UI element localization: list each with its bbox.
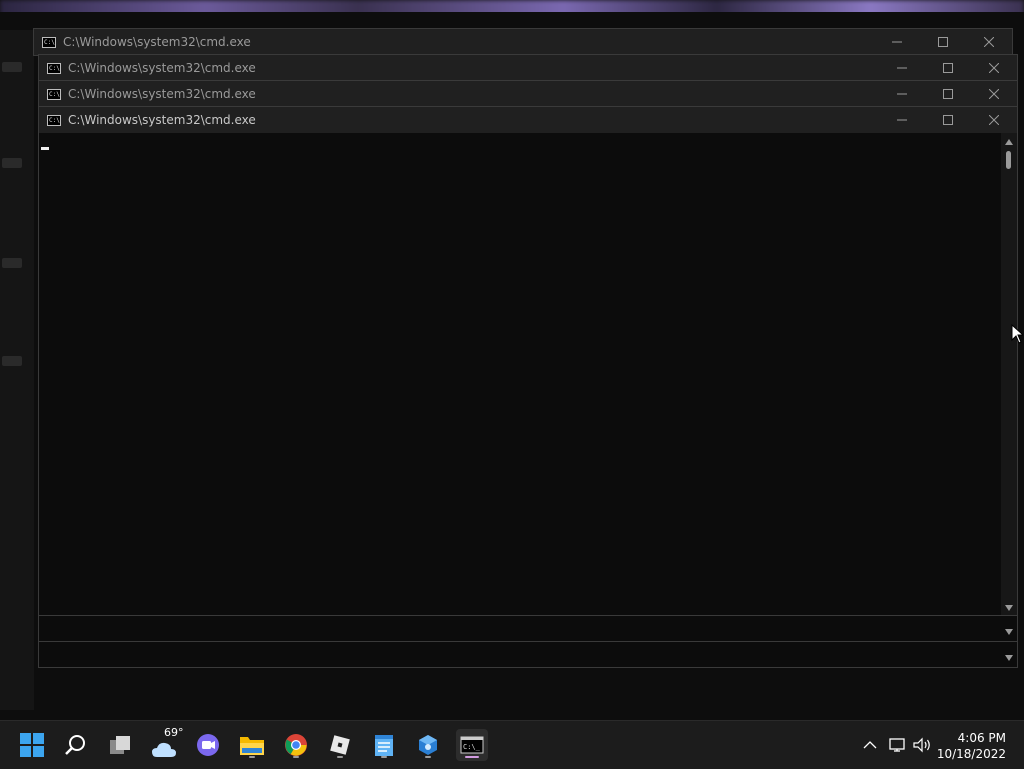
window-title: C:\Windows\system32\cmd.exe xyxy=(68,61,256,75)
chrome-icon xyxy=(285,734,307,756)
minimize-icon xyxy=(897,67,907,69)
scroll-up-arrow-icon[interactable] xyxy=(1005,139,1013,145)
close-icon xyxy=(989,89,999,99)
background-text-fragment xyxy=(2,356,22,366)
window-titlebar[interactable]: C:\ C:\Windows\system32\cmd.exe xyxy=(39,55,1017,81)
svg-text:C:\_: C:\_ xyxy=(463,743,481,751)
file-explorer-button[interactable] xyxy=(236,729,268,761)
minimize-button[interactable] xyxy=(879,81,925,107)
network-icon xyxy=(889,738,905,752)
notepad-button[interactable] xyxy=(368,729,400,761)
maximize-button[interactable] xyxy=(920,29,966,55)
running-indicator xyxy=(381,756,387,758)
minimize-button[interactable] xyxy=(879,107,925,133)
scrollbar-thumb[interactable] xyxy=(1006,151,1011,169)
close-icon xyxy=(989,63,999,73)
close-icon xyxy=(989,115,999,125)
weather-widget-button[interactable]: 69° xyxy=(148,726,184,761)
maximize-icon xyxy=(943,115,953,125)
window-title: C:\Windows\system32\cmd.exe xyxy=(63,35,251,49)
cmd-icon: C:\ xyxy=(47,62,61,74)
chevron-up-icon xyxy=(863,741,877,749)
minimize-icon xyxy=(897,93,907,95)
network-button[interactable] xyxy=(888,735,908,755)
behind-window-bottom-strip xyxy=(39,641,1017,667)
running-indicator xyxy=(425,756,431,758)
blue-app-button[interactable] xyxy=(412,729,444,761)
clock[interactable]: 4:06 PM 10/18/2022 xyxy=(937,730,1006,762)
roblox-icon xyxy=(330,735,350,755)
clock-time: 4:06 PM xyxy=(957,731,1006,745)
weather-temperature: 69° xyxy=(164,726,184,739)
background-text-fragment xyxy=(2,62,22,72)
task-view-icon xyxy=(110,736,130,754)
chat-button[interactable] xyxy=(192,729,224,761)
blue-app-icon xyxy=(419,735,437,755)
window-title: C:\Windows\system32\cmd.exe xyxy=(68,87,256,101)
close-icon xyxy=(984,37,994,47)
close-button[interactable] xyxy=(971,107,1017,133)
behind-window-bottom-strip xyxy=(39,615,1017,641)
background-text-fragment xyxy=(2,158,22,168)
running-indicator xyxy=(249,756,255,758)
cmd-icon: C:\ xyxy=(47,114,61,126)
speaker-icon xyxy=(913,737,930,753)
windows-logo-icon xyxy=(20,733,44,757)
maximize-button[interactable] xyxy=(925,55,971,81)
scroll-down-arrow-icon[interactable] xyxy=(1005,629,1013,635)
volume-button[interactable] xyxy=(912,735,932,755)
scroll-down-arrow-icon[interactable] xyxy=(1005,605,1013,611)
maximize-icon xyxy=(943,89,953,99)
minimize-button[interactable] xyxy=(874,29,920,55)
maximize-icon xyxy=(943,63,953,73)
close-button[interactable] xyxy=(966,29,1012,55)
command-prompt-button[interactable]: C:\_ xyxy=(456,729,488,761)
running-indicator xyxy=(337,756,343,758)
console-output[interactable] xyxy=(39,133,1001,615)
window-title: C:\Windows\system32\cmd.exe xyxy=(68,113,256,127)
folder-icon xyxy=(240,737,264,755)
cmd-window-1[interactable]: C:\ C:\Windows\system32\cmd.exe xyxy=(33,28,1013,56)
cmd-window-2[interactable]: C:\ C:\Windows\system32\cmd.exe xyxy=(38,54,1018,82)
maximize-button[interactable] xyxy=(925,81,971,107)
cmd-window-active[interactable]: C:\ C:\Windows\system32\cmd.exe xyxy=(38,106,1018,668)
search-button[interactable] xyxy=(60,729,92,761)
scroll-down-arrow-icon[interactable] xyxy=(1005,655,1013,661)
maximize-button[interactable] xyxy=(925,107,971,133)
taskbar: 69° C:\_ 4:06 PM 10/18/2022 xyxy=(0,720,1024,769)
active-indicator xyxy=(465,756,479,758)
mouse-pointer-icon xyxy=(1011,324,1023,344)
window-titlebar[interactable]: C:\ C:\Windows\system32\cmd.exe xyxy=(34,29,1012,55)
cmd-window-3[interactable]: C:\ C:\Windows\system32\cmd.exe xyxy=(38,80,1018,108)
cloud-icon xyxy=(152,742,176,757)
clock-date: 10/18/2022 xyxy=(936,747,1006,761)
minimize-icon xyxy=(892,41,902,43)
roblox-button[interactable] xyxy=(324,729,356,761)
maximize-icon xyxy=(938,37,948,47)
start-button[interactable] xyxy=(16,729,48,761)
close-button[interactable] xyxy=(971,55,1017,81)
minimize-icon xyxy=(897,119,907,121)
cmd-icon: C:\ xyxy=(42,36,56,48)
close-button[interactable] xyxy=(971,81,1017,107)
task-view-button[interactable] xyxy=(104,729,136,761)
teams-chat-icon xyxy=(197,734,219,756)
notepad-icon xyxy=(375,735,393,756)
text-cursor xyxy=(41,147,49,150)
window-titlebar[interactable]: C:\ C:\Windows\system32\cmd.exe xyxy=(39,81,1017,107)
window-titlebar[interactable]: C:\ C:\Windows\system32\cmd.exe xyxy=(39,107,1017,133)
vertical-scrollbar[interactable] xyxy=(1001,133,1017,615)
running-indicator xyxy=(293,756,299,758)
background-text-fragment xyxy=(2,258,22,268)
minimize-button[interactable] xyxy=(879,55,925,81)
command-prompt-icon: C:\_ xyxy=(460,736,484,754)
show-hidden-icons-button[interactable] xyxy=(860,735,880,755)
cmd-icon: C:\ xyxy=(47,88,61,100)
background-window-edge xyxy=(0,30,34,710)
chrome-button[interactable] xyxy=(280,729,312,761)
search-icon xyxy=(65,735,85,755)
